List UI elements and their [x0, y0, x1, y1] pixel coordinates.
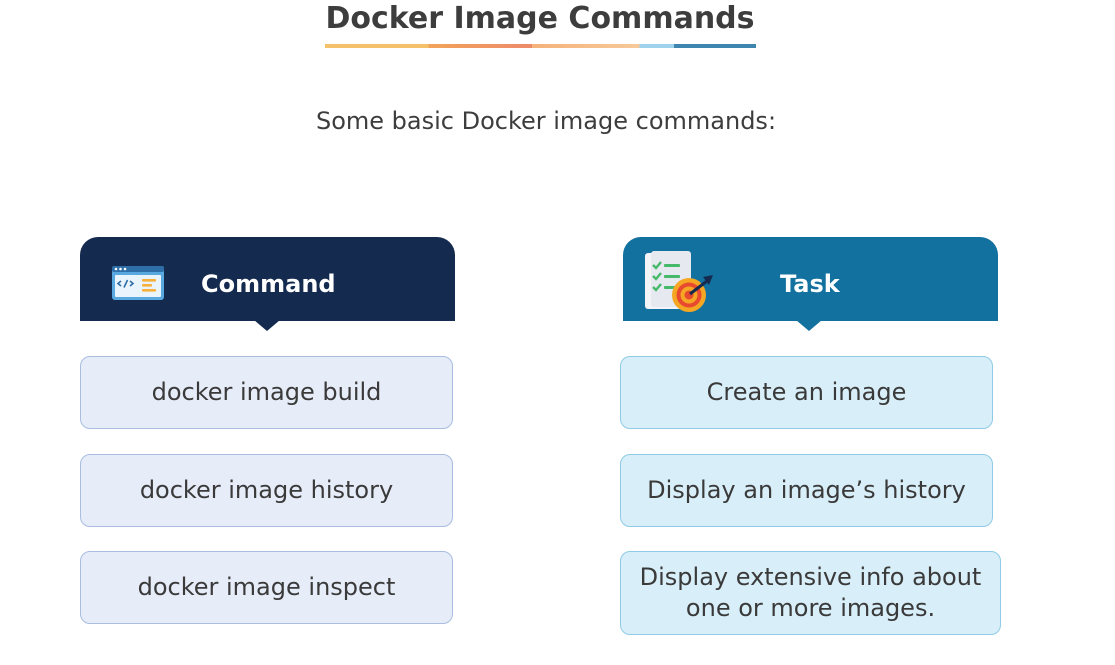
- task-column-header: Task: [623, 237, 998, 331]
- command-header-pointer: [254, 320, 280, 331]
- task-header-label: Task: [780, 270, 840, 298]
- command-header-label: Command: [201, 270, 336, 298]
- task-header-pointer: [796, 320, 822, 331]
- task-cell: Display an image’s history: [620, 454, 993, 527]
- task-cell: Create an image: [620, 356, 993, 429]
- page-title: Docker Image Commands: [325, 1, 755, 36]
- command-cell: docker image history: [80, 454, 453, 527]
- command-column-header: Command: [80, 237, 455, 331]
- code-window-icon: [112, 266, 164, 300]
- command-cell: docker image build: [80, 356, 453, 429]
- command-cell: docker image inspect: [80, 551, 453, 624]
- title-underline: [325, 44, 756, 48]
- checklist-target-icon: [643, 251, 717, 315]
- subtitle: Some basic Docker image commands:: [315, 107, 777, 135]
- task-cell: Display extensive info about one or more…: [620, 551, 1001, 635]
